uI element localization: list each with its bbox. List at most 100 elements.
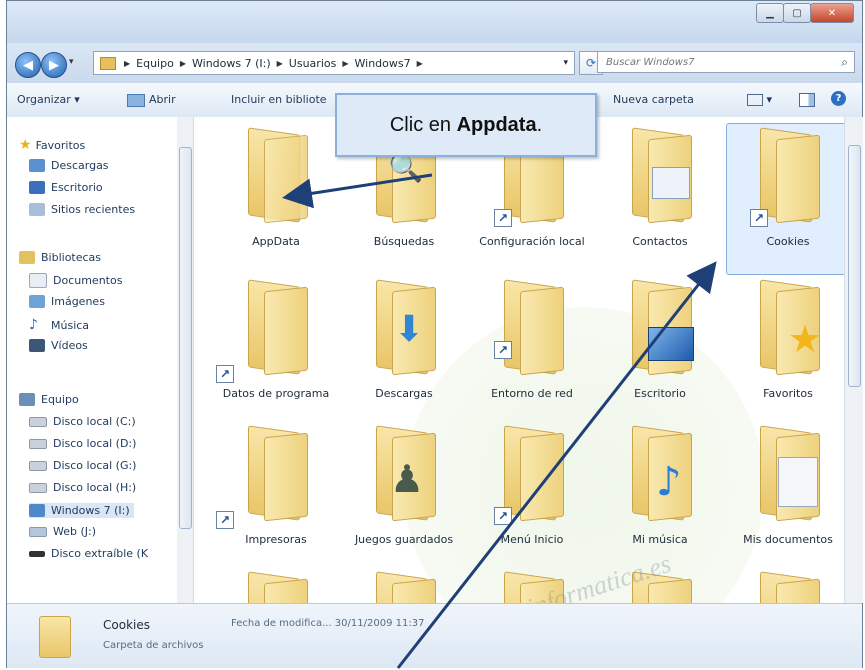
star-icon: ★ — [788, 317, 823, 361]
folder-mis-documentos[interactable]: Mis documentos — [730, 425, 844, 547]
sidebar-item-recent-places[interactable]: Sitios recientes — [29, 203, 135, 216]
folder-partial[interactable] — [730, 571, 844, 603]
contact-card-icon — [652, 167, 690, 199]
chevron-right-icon[interactable]: ▶ — [417, 59, 423, 68]
open-folder-icon — [127, 93, 145, 107]
folder-datos-de-programa[interactable]: ↗ Datos de programa — [216, 279, 334, 401]
folder-escritorio[interactable]: Escritorio — [602, 279, 718, 401]
folder-label: Favoritos — [763, 387, 813, 400]
sidebar-item-documents[interactable]: Documentos — [29, 273, 122, 288]
scrollbar-thumb[interactable] — [179, 147, 192, 529]
open-label: Abrir — [149, 93, 176, 106]
maximize-button[interactable]: ▢ — [783, 3, 811, 23]
sidebar-item-label: Web (J:) — [53, 525, 97, 538]
preview-pane-icon — [799, 93, 815, 107]
folder-contactos[interactable]: Contactos — [602, 127, 718, 249]
folder-juegos-guardados[interactable]: ♟ Juegos guardados — [346, 425, 462, 547]
breadcrumb-usuarios[interactable]: Usuarios — [289, 57, 337, 70]
folder-partial[interactable] — [474, 571, 590, 603]
search-box: ⌕ — [597, 51, 855, 73]
sidebar-item-drive-j[interactable]: Web (J:) — [29, 525, 96, 538]
folder-icon: ↗ — [216, 279, 310, 383]
folder-label: Datos de programa — [222, 387, 330, 400]
folder-label: Mis documentos — [743, 533, 833, 546]
sidebar-item-drive-k[interactable]: Disco extraíble (K — [29, 547, 148, 560]
search-input[interactable] — [604, 55, 808, 69]
breadcrumb-windows7-drive[interactable]: Windows 7 (I:) — [192, 57, 271, 70]
selected-folder-icon — [39, 616, 75, 658]
downloads-icon — [29, 159, 45, 172]
folder-icon: ↗ — [216, 425, 310, 529]
include-in-library-button[interactable]: Incluir en bibliote — [231, 93, 327, 106]
sidebar-item-desktop[interactable]: Escritorio — [29, 181, 103, 194]
minimize-button[interactable]: ▁ — [756, 3, 784, 23]
address-dropdown-icon[interactable]: ▾ — [563, 58, 568, 68]
view-options-button[interactable]: ▾ — [747, 93, 772, 106]
sidebar-item-music[interactable]: ♪ Música — [29, 317, 89, 333]
chevron-right-icon[interactable]: ▶ — [124, 59, 130, 68]
search-icon[interactable]: ⌕ — [841, 55, 848, 70]
folder-partial[interactable] — [602, 571, 718, 603]
back-arrow-icon: ◀ — [23, 57, 33, 73]
sidebar-item-libraries[interactable]: Bibliotecas — [19, 251, 101, 264]
sidebar-item-drive-g[interactable]: Disco local (G:) — [29, 459, 136, 472]
sidebar-item-downloads[interactable]: Descargas — [29, 159, 109, 172]
navigation-scrollbar[interactable] — [177, 117, 194, 603]
folder-icon: ↗ — [750, 127, 822, 227]
folder-entorno-de-red[interactable]: ↗ Entorno de red — [474, 279, 590, 401]
sidebar-item-favorites[interactable]: ★ Favoritos — [19, 137, 85, 153]
sidebar-item-pictures[interactable]: Imágenes — [29, 295, 105, 308]
sidebar-item-drive-i[interactable]: Windows 7 (I:) — [29, 503, 134, 518]
recent-pages-chevron-icon[interactable]: ▾ — [69, 57, 74, 67]
removable-drive-icon — [29, 550, 45, 557]
selected-item-modified: Fecha de modifica... 30/11/2009 11:37 — [231, 618, 425, 629]
folder-label: Descargas — [375, 387, 433, 400]
folder-icon — [626, 127, 694, 224]
folder-menu-inicio[interactable]: ↗ Menú Inicio — [474, 425, 590, 547]
folder-mi-musica[interactable]: ♪ Mi música — [602, 425, 718, 547]
close-button[interactable]: ✕ — [810, 3, 854, 23]
sidebar-item-videos[interactable]: Vídeos — [29, 339, 88, 352]
callout-prefix: Clic en — [389, 113, 457, 136]
preview-pane-button[interactable] — [799, 93, 815, 110]
folder-label: Búsquedas — [373, 235, 435, 248]
sidebar-item-label: Disco local (G:) — [53, 459, 137, 472]
folder-partial[interactable] — [218, 571, 334, 603]
new-folder-button[interactable]: Nueva carpeta — [613, 93, 694, 106]
open-button[interactable]: Abrir — [127, 93, 176, 107]
folder-icon — [242, 571, 310, 603]
organize-button[interactable]: Organizar ▾ — [17, 93, 80, 106]
view-icon — [747, 94, 763, 106]
address-bar[interactable]: ▶ Equipo ▶ Windows 7 (I:) ▶ Usuarios ▶ W… — [93, 51, 575, 75]
folder-icon: ♪ — [626, 425, 694, 522]
drive-icon — [29, 438, 47, 449]
folder-icon — [242, 127, 310, 224]
back-button[interactable]: ◀ — [15, 52, 41, 78]
chess-pawn-icon: ♟ — [390, 457, 425, 501]
folder-partial[interactable] — [346, 571, 462, 603]
forward-button[interactable]: ▶ — [41, 52, 67, 78]
document-page-icon — [778, 457, 818, 507]
chevron-right-icon[interactable]: ▶ — [277, 59, 283, 68]
chevron-right-icon[interactable]: ▶ — [342, 59, 348, 68]
folder-descargas[interactable]: ⬇ Descargas — [346, 279, 462, 401]
folder-impresoras[interactable]: ↗ Impresoras — [216, 425, 334, 547]
sidebar-item-drive-d[interactable]: Disco local (D:) — [29, 437, 136, 450]
folder-appdata[interactable]: AppData — [218, 127, 334, 249]
folder-icon: ↗ — [494, 425, 566, 525]
content-scrollbar[interactable] — [844, 117, 863, 603]
sidebar-item-label: Vídeos — [51, 339, 88, 352]
scrollbar-thumb[interactable] — [848, 145, 861, 387]
folder-favoritos[interactable]: ★ Favoritos — [730, 279, 844, 401]
desktop-screen-icon — [648, 327, 694, 361]
shortcut-arrow-icon: ↗ — [494, 507, 512, 525]
breadcrumb-windows7[interactable]: Windows7 — [355, 57, 411, 70]
sidebar-item-drive-c[interactable]: Disco local (C:) — [29, 415, 136, 428]
breadcrumb-equipo[interactable]: Equipo — [136, 57, 174, 70]
sidebar-item-drive-h[interactable]: Disco local (H:) — [29, 481, 136, 494]
pictures-icon — [29, 295, 45, 308]
sidebar-item-computer[interactable]: Equipo — [19, 393, 79, 406]
folder-cookies[interactable]: ↗ Cookies — [726, 123, 844, 275]
chevron-right-icon[interactable]: ▶ — [180, 59, 186, 68]
help-button[interactable]: ? — [831, 91, 846, 106]
